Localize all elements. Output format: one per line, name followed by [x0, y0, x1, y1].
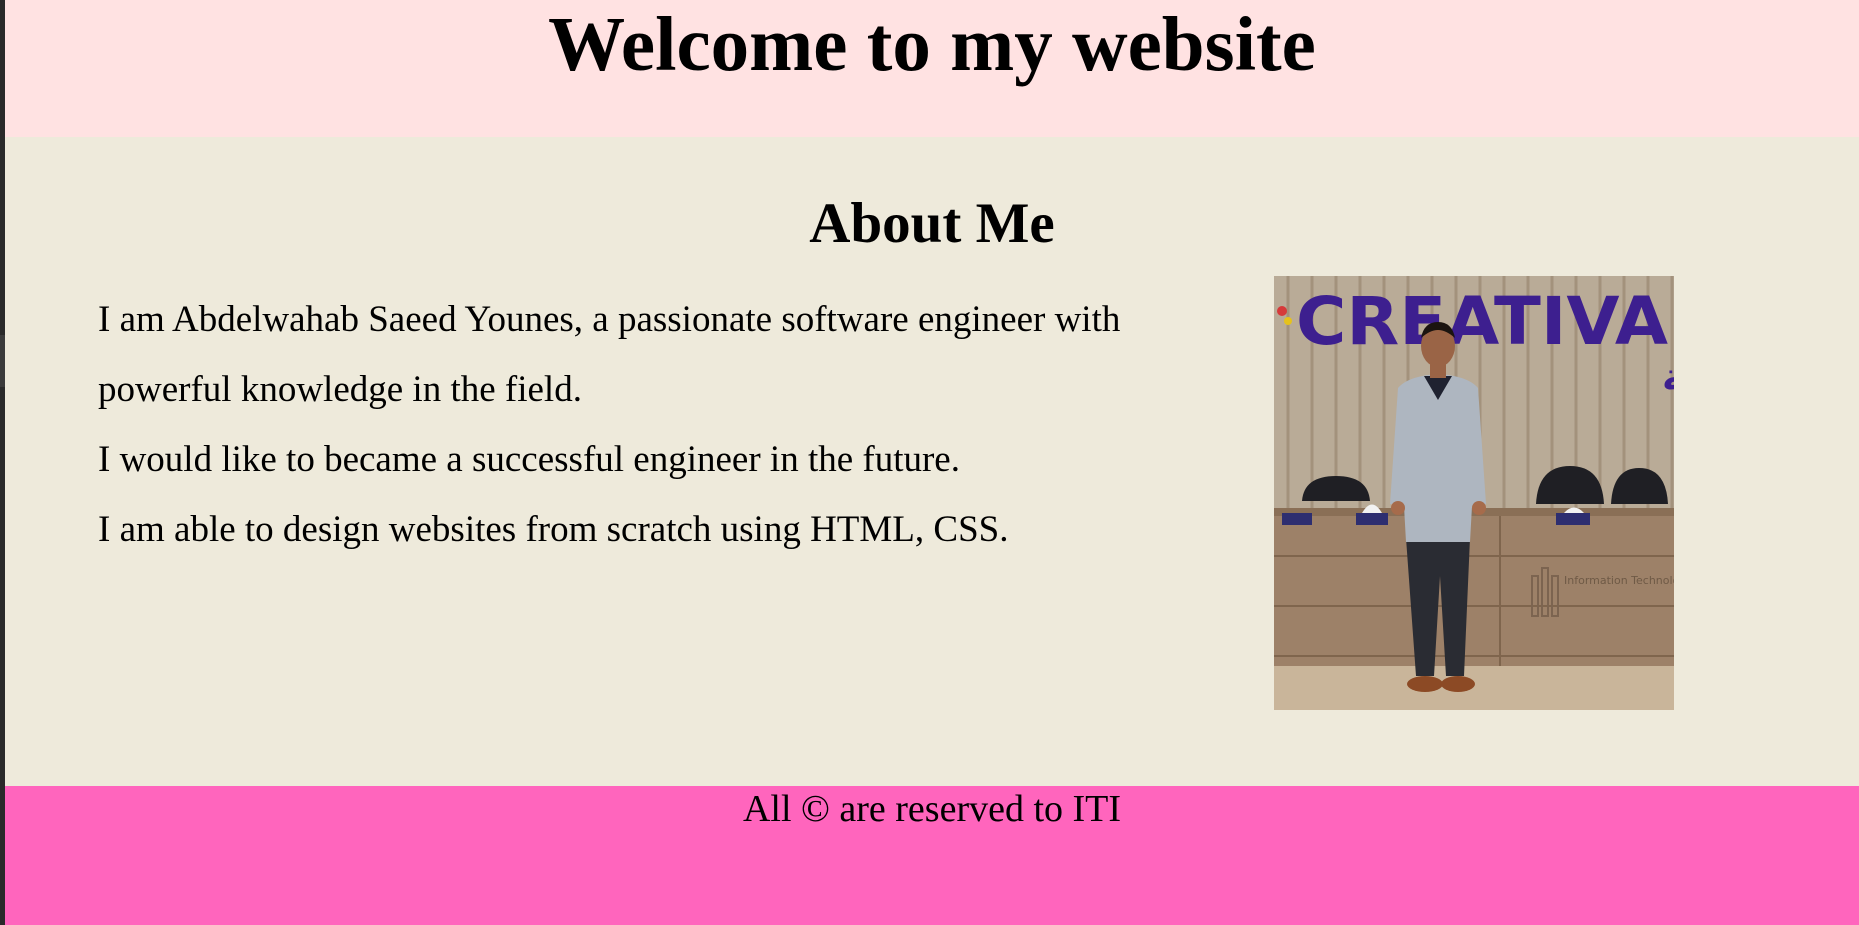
copyright-text: All © are reserved to ITI: [742, 788, 1122, 830]
site-title: Welcome to my website: [548, 1, 1316, 87]
sign-text: CREATIVA: [1296, 283, 1668, 360]
about-line: I am Abdelwahab Saeed Younes, a passiona…: [98, 299, 1121, 410]
about-line: I would like to became a successful engi…: [98, 439, 960, 480]
iti-logo-text: Information Technology Institute: [1564, 574, 1674, 587]
profile-photo-illustration: CREATIVA مراكز إبداع مصر الرقمية: [1274, 276, 1674, 710]
sign-subtext: مراكز إبداع مصر الرقمية: [1662, 355, 1674, 400]
about-section: About Me I am Abdelwahab Saeed Younes, a…: [5, 137, 1859, 786]
logo-dot: [1284, 317, 1292, 325]
about-heading: About Me: [809, 192, 1055, 255]
page: Welcome to my website About Me I am Abde…: [5, 0, 1859, 925]
site-footer: All © are reserved to ITI: [5, 786, 1859, 925]
about-line: I am able to design websites from scratc…: [98, 509, 1009, 550]
profile-photo: CREATIVA مراكز إبداع مصر الرقمية: [1274, 276, 1674, 710]
logo-dot: [1277, 306, 1287, 316]
site-header: Welcome to my website: [5, 0, 1859, 137]
about-text: I am Abdelwahab Saeed Younes, a passiona…: [98, 285, 1148, 565]
